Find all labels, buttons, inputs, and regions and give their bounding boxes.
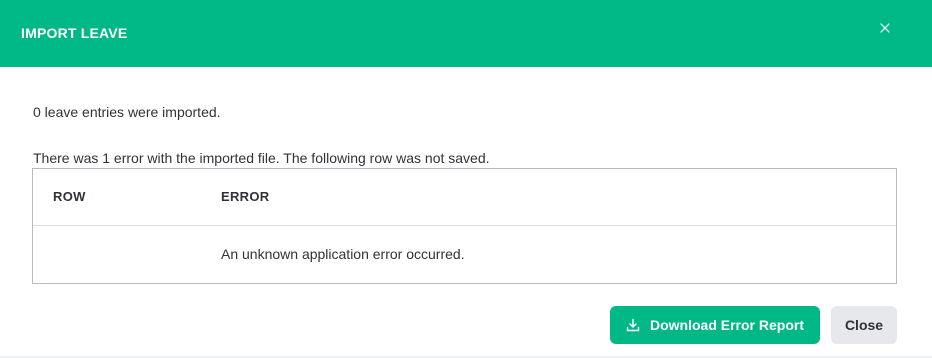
table-header: ROW ERROR [33, 169, 896, 226]
import-leave-modal: IMPORT LEAVE 0 leave entries were import… [0, 0, 932, 358]
modal-header: IMPORT LEAVE [0, 0, 932, 67]
close-button-label: Close [844, 317, 884, 333]
download-error-report-button[interactable]: Download Error Report [610, 306, 820, 344]
modal-title: IMPORT LEAVE [21, 25, 128, 41]
import-summary: 0 leave entries were imported. [33, 104, 221, 120]
column-header-row: ROW [53, 189, 86, 204]
column-header-error: ERROR [221, 189, 270, 204]
close-button[interactable]: Close [831, 306, 897, 344]
close-icon[interactable] [879, 22, 893, 36]
download-icon [626, 318, 640, 332]
cell-error: An unknown application error occurred. [221, 246, 465, 262]
error-message: There was 1 error with the imported file… [33, 150, 490, 166]
download-button-label: Download Error Report [649, 317, 804, 333]
table-row: An unknown application error occurred. [33, 226, 896, 283]
error-table: ROW ERROR An unknown application error o… [32, 168, 897, 284]
